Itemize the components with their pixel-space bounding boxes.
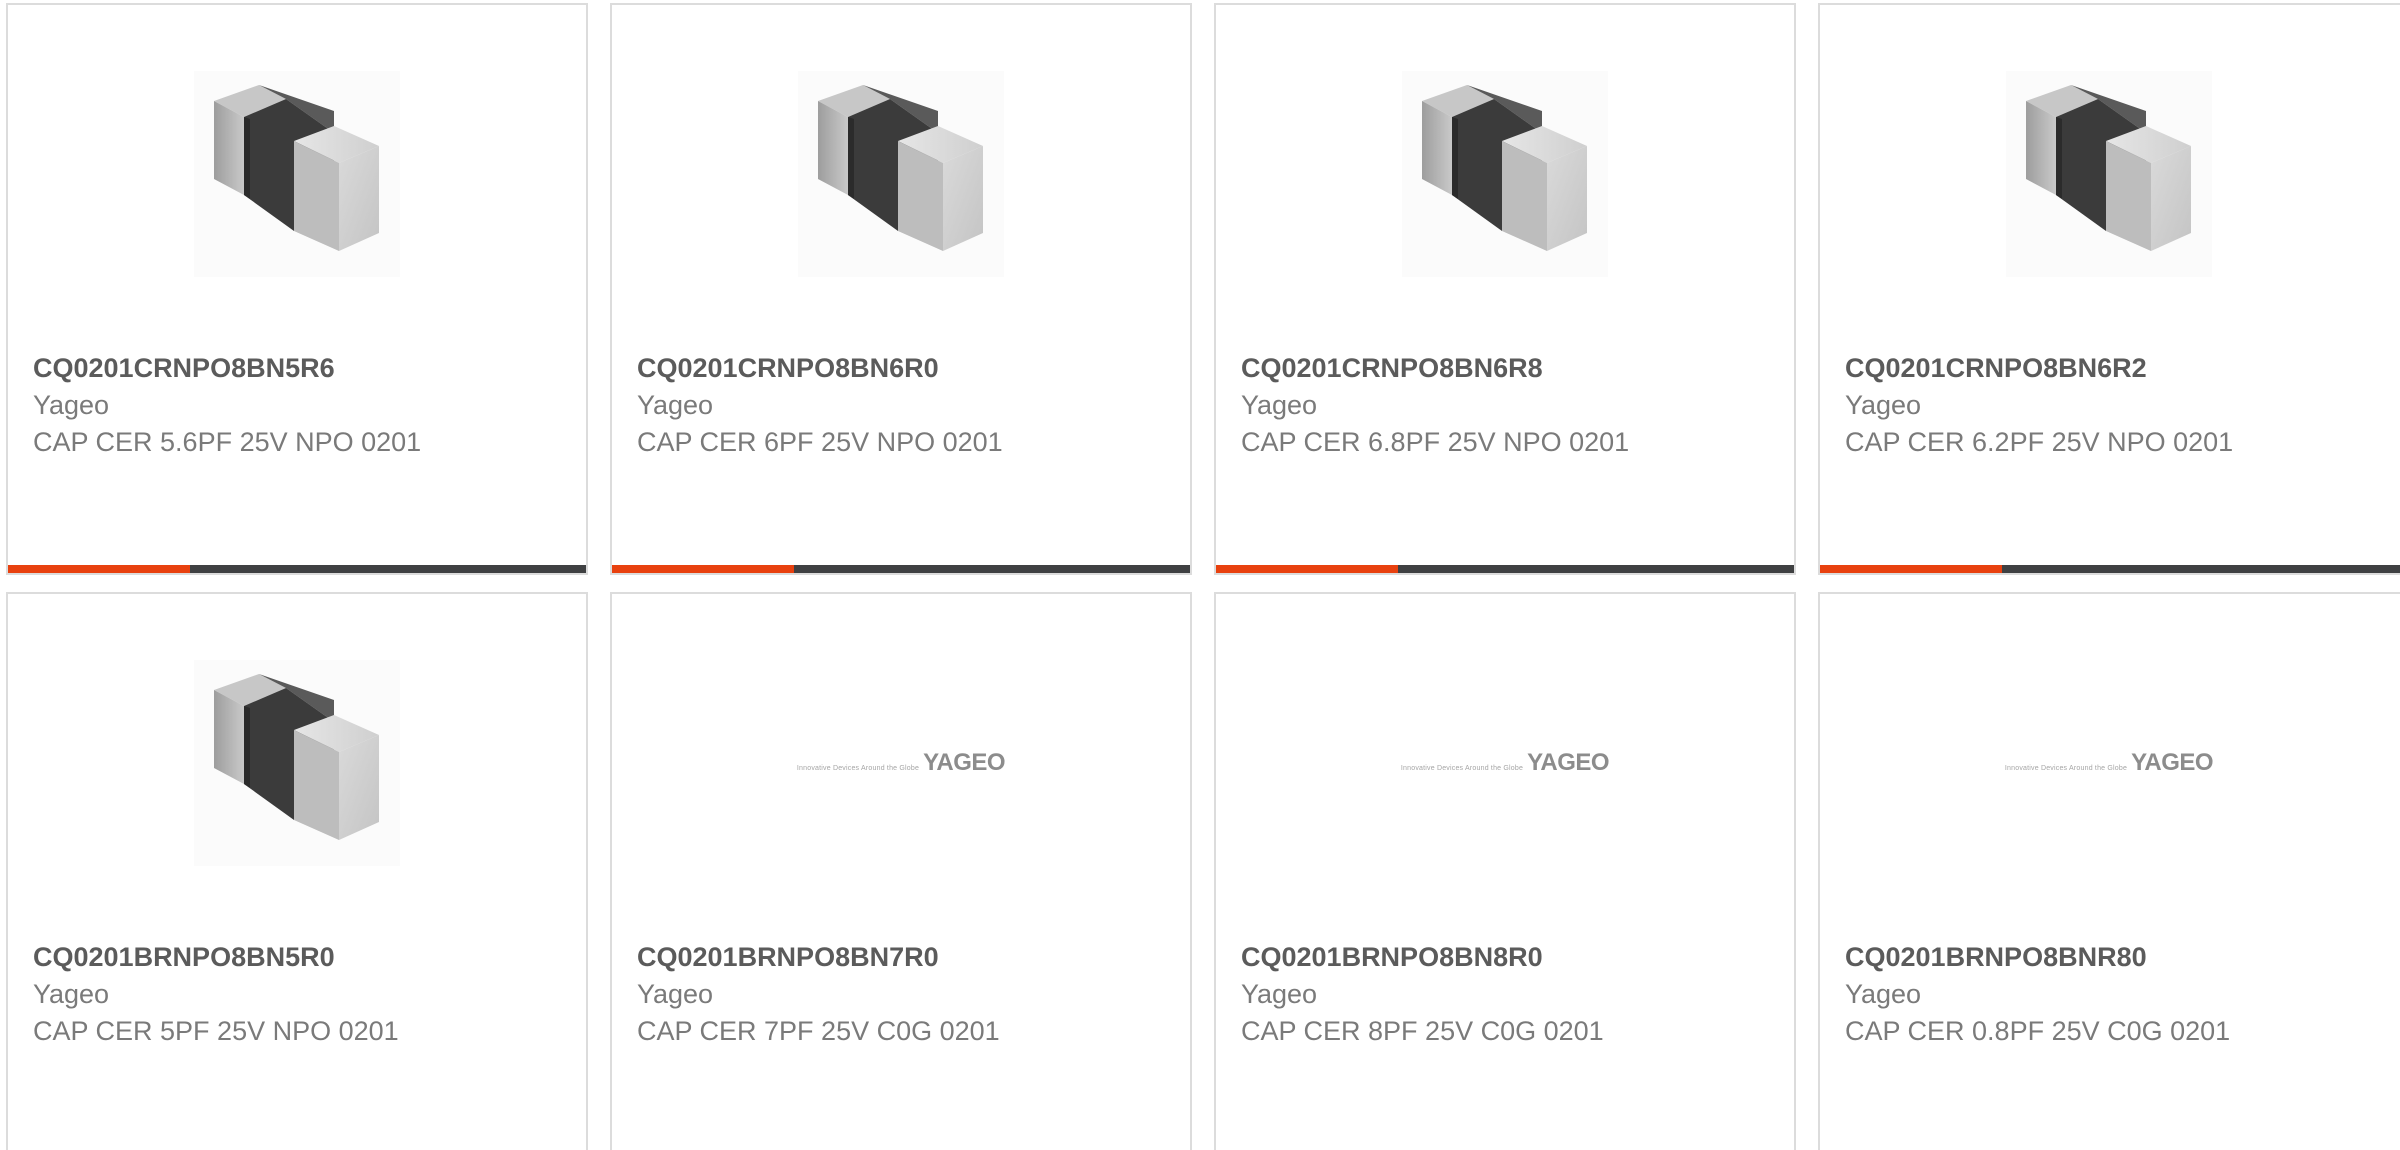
description: CAP CER 0.8PF 25V C0G 0201 bbox=[1845, 1016, 2231, 1046]
logo-wordmark: YAGEO bbox=[1527, 749, 1610, 776]
description: CAP CER 5PF 25V NPO 0201 bbox=[33, 1016, 399, 1046]
capacitor-chip-icon bbox=[1402, 71, 1608, 277]
manufacturer: Yageo bbox=[637, 979, 714, 1009]
product-image bbox=[8, 660, 586, 866]
product-image bbox=[1216, 71, 1794, 277]
description: CAP CER 6.8PF 25V NPO 0201 bbox=[1241, 427, 1630, 457]
part-number[interactable]: CQ0201CRNPO8BN6R8 bbox=[1241, 349, 1774, 387]
manufacturer: Yageo bbox=[33, 979, 110, 1009]
product-image: Innovative Devices Around the Globe YAGE… bbox=[1216, 660, 1794, 866]
card-bar bbox=[1216, 565, 1794, 573]
part-number[interactable]: CQ0201BRNPO8BNR80 bbox=[1845, 938, 2386, 976]
description: CAP CER 7PF 25V C0G 0201 bbox=[637, 1016, 1000, 1046]
description: CAP CER 6.2PF 25V NPO 0201 bbox=[1845, 427, 2234, 457]
card-bar-accent bbox=[612, 565, 794, 573]
manufacturer: Yageo bbox=[1845, 390, 1922, 420]
description: CAP CER 8PF 25V C0G 0201 bbox=[1241, 1016, 1604, 1046]
product-card[interactable]: CQ0201CRNPO8BN6R2 Yageo CAP CER 6.2PF 25… bbox=[1818, 3, 2400, 575]
part-number[interactable]: CQ0201BRNPO8BN8R0 bbox=[1241, 938, 1774, 976]
product-card[interactable]: CQ0201CRNPO8BN6R8 Yageo CAP CER 6.8PF 25… bbox=[1214, 3, 1796, 575]
capacitor-chip-icon bbox=[194, 71, 400, 277]
card-bar bbox=[612, 565, 1190, 573]
part-number[interactable]: CQ0201CRNPO8BN6R0 bbox=[637, 349, 1170, 387]
product-image: Innovative Devices Around the Globe YAGE… bbox=[612, 660, 1190, 866]
capacitor-chip-icon bbox=[798, 71, 1004, 277]
product-card[interactable]: CQ0201CRNPO8BN5R6 Yageo CAP CER 5.6PF 25… bbox=[6, 3, 588, 575]
product-image: Innovative Devices Around the Globe YAGE… bbox=[1820, 660, 2398, 866]
product-image bbox=[612, 71, 1190, 277]
description: CAP CER 5.6PF 25V NPO 0201 bbox=[33, 427, 422, 457]
manufacturer: Yageo bbox=[1241, 979, 1318, 1009]
manufacturer: Yageo bbox=[1845, 979, 1922, 1009]
description: CAP CER 6PF 25V NPO 0201 bbox=[637, 427, 1003, 457]
capacitor-chip-icon bbox=[194, 660, 400, 866]
logo-wordmark: YAGEO bbox=[923, 749, 1006, 776]
product-card[interactable]: CQ0201BRNPO8BN5R0 Yageo CAP CER 5PF 25V … bbox=[6, 592, 588, 1150]
card-bar-accent bbox=[1820, 565, 2002, 573]
part-number[interactable]: CQ0201CRNPO8BN6R2 bbox=[1845, 349, 2386, 387]
product-card[interactable]: Innovative Devices Around the Globe YAGE… bbox=[610, 592, 1192, 1150]
yageo-logo: Innovative Devices Around the Globe YAGE… bbox=[2004, 749, 2214, 776]
logo-tagline: Innovative Devices Around the Globe bbox=[2004, 765, 2128, 772]
capacitor-chip-icon bbox=[2006, 71, 2212, 277]
part-number[interactable]: CQ0201BRNPO8BN5R0 bbox=[33, 938, 566, 976]
card-bar-accent bbox=[1216, 565, 1398, 573]
product-image bbox=[1820, 71, 2398, 277]
logo-tagline: Innovative Devices Around the Globe bbox=[1400, 765, 1524, 772]
product-card[interactable]: CQ0201CRNPO8BN6R0 Yageo CAP CER 6PF 25V … bbox=[610, 3, 1192, 575]
product-image bbox=[8, 71, 586, 277]
card-bar bbox=[1820, 565, 2400, 573]
manufacturer: Yageo bbox=[637, 390, 714, 420]
logo-tagline: Innovative Devices Around the Globe bbox=[796, 765, 920, 772]
manufacturer: Yageo bbox=[33, 390, 110, 420]
manufacturer: Yageo bbox=[1241, 390, 1318, 420]
part-number[interactable]: CQ0201BRNPO8BN7R0 bbox=[637, 938, 1170, 976]
card-bar bbox=[8, 565, 586, 573]
yageo-logo: Innovative Devices Around the Globe YAGE… bbox=[1400, 749, 1610, 776]
product-card[interactable]: Innovative Devices Around the Globe YAGE… bbox=[1818, 592, 2400, 1150]
product-grid: CQ0201CRNPO8BN5R6 Yageo CAP CER 5.6PF 25… bbox=[0, 0, 2400, 1150]
part-number[interactable]: CQ0201CRNPO8BN5R6 bbox=[33, 349, 566, 387]
product-card[interactable]: Innovative Devices Around the Globe YAGE… bbox=[1214, 592, 1796, 1150]
logo-wordmark: YAGEO bbox=[2131, 749, 2214, 776]
yageo-logo: Innovative Devices Around the Globe YAGE… bbox=[796, 749, 1006, 776]
card-bar-accent bbox=[8, 565, 190, 573]
